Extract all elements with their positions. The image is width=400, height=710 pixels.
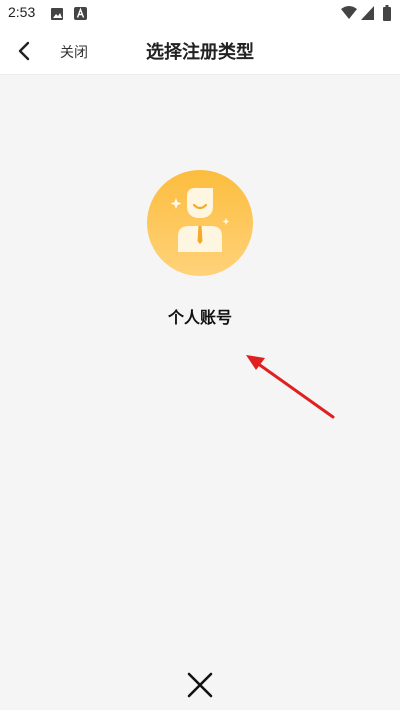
person-avatar-icon [170,188,230,252]
close-x-icon [187,672,213,698]
content-area: 个人账号 [0,75,400,710]
image-icon [51,8,63,20]
account-type-label: 个人账号 [167,308,232,327]
battery-icon [383,5,391,21]
a-badge-icon [74,7,87,20]
dismiss-button[interactable] [180,665,220,705]
personal-account-option[interactable]: 个人账号 [130,170,270,340]
status-bar: 2:53 [0,0,400,28]
wifi-icon [341,6,357,19]
status-time: 2:53 [8,4,36,20]
page-title: 选择注册类型 [146,42,254,63]
signal-icon [361,6,374,20]
avatar [147,170,253,276]
annotation-arrow-icon [246,355,335,419]
nav-bar: 关闭 选择注册类型 [0,28,400,75]
